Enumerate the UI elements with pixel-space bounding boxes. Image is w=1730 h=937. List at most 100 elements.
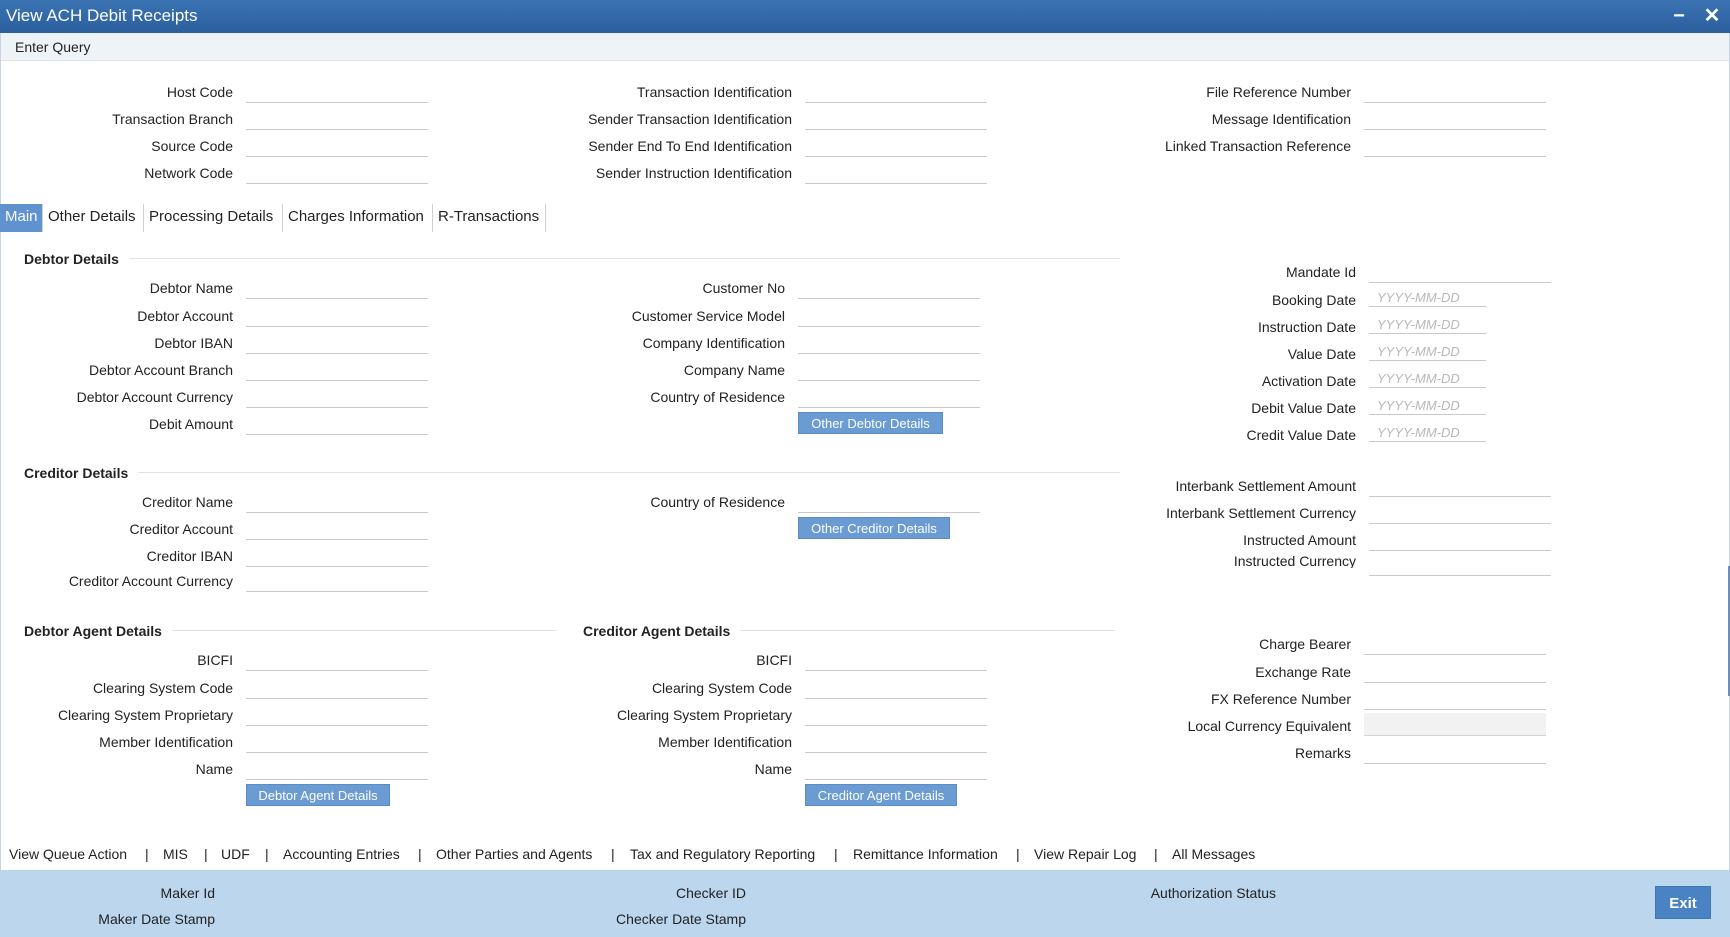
- creditor-agent-details-button[interactable]: Creditor Agent Details: [805, 784, 957, 806]
- minimize-icon[interactable]: −: [1667, 3, 1691, 29]
- transaction-identification-field[interactable]: [805, 85, 987, 103]
- debtor-agent-bicfi-label: BICFI: [197, 652, 233, 668]
- debtor-agent-name-label: Name: [195, 761, 233, 777]
- creditor-agent-clearing-system-proprietary-field[interactable]: [805, 708, 987, 726]
- network-code-label: Network Code: [144, 165, 233, 181]
- customer-no-label: Customer No: [702, 280, 785, 296]
- tab-other-details[interactable]: Other Details: [43, 204, 144, 232]
- all-messages-link[interactable]: All Messages: [1172, 846, 1255, 862]
- creditor-account-currency-field[interactable]: [246, 574, 428, 592]
- instructed-amount-field[interactable]: [1369, 533, 1551, 551]
- debtor-agent-details-heading: Debtor Agent Details: [24, 623, 162, 639]
- tab-processing-details[interactable]: Processing Details: [144, 204, 283, 232]
- activation-date-field[interactable]: YYYY-MM-DD: [1369, 370, 1486, 388]
- view-queue-action-link[interactable]: View Queue Action: [9, 846, 127, 862]
- udf-link[interactable]: UDF: [221, 846, 250, 862]
- tab-charges-information[interactable]: Charges Information: [283, 204, 433, 232]
- view-repair-log-link[interactable]: View Repair Log: [1034, 846, 1136, 862]
- debtor-agent-member-identification-field[interactable]: [246, 735, 428, 753]
- debtor-agent-clearing-system-proprietary-field[interactable]: [246, 708, 428, 726]
- host-code-field[interactable]: [246, 85, 428, 103]
- booking-date-label: Booking Date: [1271, 292, 1356, 308]
- source-code-field[interactable]: [246, 139, 428, 157]
- sender-end-to-end-identification-field[interactable]: [805, 139, 987, 157]
- debtor-account-currency-label: Debtor Account Currency: [76, 389, 233, 405]
- debtor-details-separator: [130, 258, 1120, 259]
- tax-and-regulatory-reporting-link[interactable]: Tax and Regulatory Reporting: [630, 846, 815, 862]
- debtor-agent-bicfi-field[interactable]: [246, 653, 428, 671]
- booking-date-field[interactable]: YYYY-MM-DD: [1369, 289, 1486, 307]
- authorization-status-label: Authorization Status: [1150, 885, 1276, 901]
- interbank-settlement-currency-field[interactable]: [1369, 506, 1551, 524]
- company-name-field[interactable]: [798, 363, 980, 381]
- enter-query-menu[interactable]: Enter Query: [15, 39, 90, 55]
- instructed-amount-label: Instructed Amount: [1243, 532, 1356, 548]
- debtor-agent-details-button[interactable]: Debtor Agent Details: [246, 784, 390, 806]
- remittance-information-link[interactable]: Remittance Information: [853, 846, 998, 862]
- debtor-account-branch-label: Debtor Account Branch: [89, 362, 233, 378]
- exchange-rate-field[interactable]: [1364, 665, 1546, 683]
- link-separator: |: [418, 846, 422, 862]
- creditor-name-field[interactable]: [246, 495, 428, 513]
- charge-bearer-field[interactable]: [1364, 637, 1546, 655]
- tab-main[interactable]: Main: [0, 204, 43, 232]
- debtor-iban-field[interactable]: [246, 336, 428, 354]
- other-parties-and-agents-link[interactable]: Other Parties and Agents: [436, 846, 592, 862]
- debit-value-date-label: Debit Value Date: [1251, 400, 1356, 416]
- local-currency-equivalent-label: Local Currency Equivalent: [1187, 718, 1351, 734]
- credit-value-date-field[interactable]: YYYY-MM-DD: [1369, 424, 1486, 442]
- window-title: View ACH Debit Receipts: [6, 6, 198, 25]
- debit-value-date-field[interactable]: YYYY-MM-DD: [1369, 397, 1486, 415]
- fx-reference-number-field[interactable]: [1364, 692, 1546, 710]
- company-identification-label: Company Identification: [642, 335, 785, 351]
- instruction-date-field[interactable]: YYYY-MM-DD: [1369, 316, 1486, 334]
- instruction-date-label: Instruction Date: [1257, 319, 1356, 335]
- creditor-agent-separator: [740, 630, 1115, 631]
- debtor-account-branch-field[interactable]: [246, 363, 428, 381]
- mandate-id-field[interactable]: [1369, 265, 1551, 283]
- debit-amount-field[interactable]: [246, 417, 428, 435]
- other-creditor-details-button[interactable]: Other Creditor Details: [798, 517, 950, 539]
- debtor-agent-name-field[interactable]: [246, 762, 428, 780]
- creditor-account-field[interactable]: [246, 522, 428, 540]
- creditor-agent-name-field[interactable]: [805, 762, 987, 780]
- creditor-iban-field[interactable]: [246, 549, 428, 567]
- accounting-entries-link[interactable]: Accounting Entries: [283, 846, 400, 862]
- sender-instruction-identification-field[interactable]: [805, 166, 987, 184]
- transaction-branch-field[interactable]: [246, 112, 428, 130]
- network-code-field[interactable]: [246, 166, 428, 184]
- customer-no-field[interactable]: [798, 281, 980, 299]
- message-identification-label: Message Identification: [1211, 111, 1351, 127]
- creditor-agent-member-identification-label: Member Identification: [658, 734, 792, 750]
- checker-id-label: Checker ID: [675, 885, 746, 901]
- other-debtor-details-button[interactable]: Other Debtor Details: [798, 412, 943, 434]
- close-icon[interactable]: ✕: [1700, 3, 1724, 29]
- sender-transaction-identification-field[interactable]: [805, 112, 987, 130]
- file-reference-number-field[interactable]: [1364, 85, 1546, 103]
- company-identification-field[interactable]: [798, 336, 980, 354]
- debtor-account-field[interactable]: [246, 309, 428, 327]
- debtor-country-of-residence-field[interactable]: [798, 390, 980, 408]
- debtor-name-field[interactable]: [246, 281, 428, 299]
- debtor-agent-separator: [172, 630, 557, 631]
- link-separator: |: [265, 846, 269, 862]
- interbank-settlement-amount-field[interactable]: [1369, 479, 1551, 497]
- creditor-agent-bicfi-field[interactable]: [805, 653, 987, 671]
- creditor-agent-clearing-system-code-field[interactable]: [805, 681, 987, 699]
- creditor-country-of-residence-field[interactable]: [798, 495, 980, 513]
- customer-service-model-field[interactable]: [798, 309, 980, 327]
- tab-r-transactions[interactable]: R-Transactions: [433, 204, 546, 232]
- instructed-currency-field[interactable]: [1369, 558, 1551, 576]
- value-date-label: Value Date: [1287, 346, 1356, 362]
- exit-button[interactable]: Exit: [1655, 886, 1711, 919]
- creditor-agent-member-identification-field[interactable]: [805, 735, 987, 753]
- debtor-agent-clearing-system-code-field[interactable]: [246, 681, 428, 699]
- maker-id-label: Maker Id: [160, 885, 215, 901]
- message-identification-field[interactable]: [1364, 112, 1546, 130]
- value-date-field[interactable]: YYYY-MM-DD: [1369, 343, 1486, 361]
- linked-transaction-reference-field[interactable]: [1364, 139, 1546, 157]
- debtor-account-currency-field[interactable]: [246, 390, 428, 408]
- remarks-field[interactable]: [1364, 746, 1546, 764]
- creditor-details-separator: [138, 472, 1120, 473]
- mis-link[interactable]: MIS: [163, 846, 188, 862]
